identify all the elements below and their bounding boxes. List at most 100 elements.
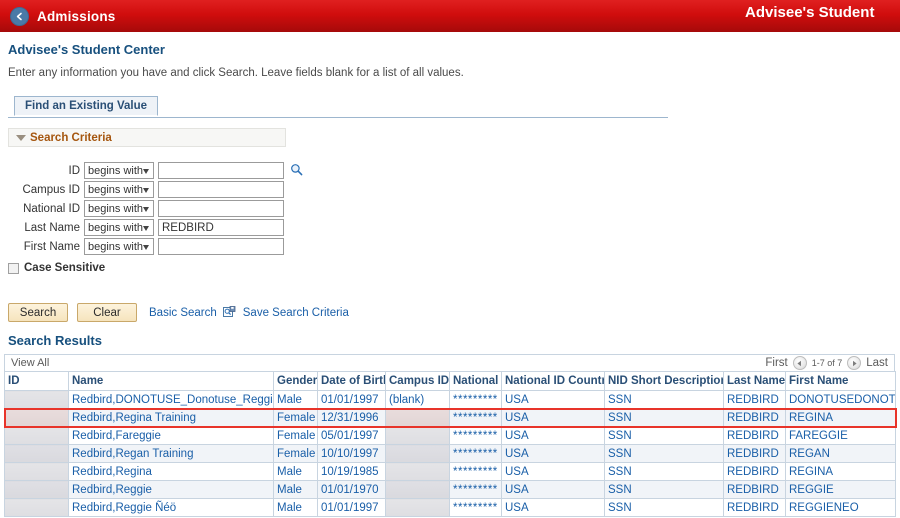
row-cell-date-of-birth[interactable]: 01/01/1997 bbox=[317, 390, 386, 409]
row-cell-nid-short-description[interactable]: SSN bbox=[604, 444, 724, 463]
row-cell-nid-short-description[interactable]: SSN bbox=[604, 498, 724, 517]
id-input[interactable] bbox=[158, 162, 284, 179]
row-cell-gender[interactable]: Male bbox=[273, 498, 318, 517]
row-cell-id[interactable] bbox=[4, 444, 69, 463]
row-cell-last-name[interactable]: REDBIRD bbox=[723, 408, 786, 427]
row-cell-campus-id[interactable]: (blank) bbox=[385, 390, 450, 409]
last-name-operator-select[interactable]: begins with bbox=[84, 219, 154, 236]
national-id-input[interactable] bbox=[158, 200, 284, 217]
row-cell-id[interactable] bbox=[4, 390, 69, 409]
row-cell-first-name[interactable]: REGAN bbox=[785, 444, 896, 463]
row-cell-national-id[interactable]: ********* bbox=[449, 498, 502, 517]
row-cell-first-name[interactable]: REGGIENEO bbox=[785, 498, 896, 517]
row-cell-first-name[interactable]: REGGIE bbox=[785, 480, 896, 499]
row-cell-name[interactable]: Redbird,Reggie Ñéö bbox=[68, 498, 274, 517]
row-cell-name[interactable]: Redbird,Regina Training bbox=[68, 408, 274, 427]
campus-id-operator-select[interactable]: begins with bbox=[84, 181, 154, 198]
tab-find-an-existing-value[interactable]: Find an Existing Value bbox=[14, 96, 159, 116]
back-button[interactable] bbox=[10, 6, 29, 26]
row-cell-national-id-country[interactable]: USA bbox=[501, 408, 605, 427]
row-cell-name[interactable]: Redbird,Regina bbox=[68, 462, 274, 481]
id-operator-select[interactable]: begins with bbox=[84, 162, 154, 179]
row-cell-id[interactable] bbox=[4, 480, 69, 499]
table-row[interactable]: Redbird,DONOTUSE_Donotuse_Reggie O Male 01… bbox=[4, 390, 896, 409]
row-cell-last-name[interactable]: REDBIRD bbox=[723, 480, 786, 499]
save-search-criteria-link[interactable]: Save Search Criteria bbox=[243, 307, 349, 319]
row-cell-first-name[interactable]: DONOTUSEDONOTUSEREGGIE bbox=[785, 390, 896, 409]
row-cell-date-of-birth[interactable]: 10/10/1997 bbox=[317, 444, 386, 463]
column-header-name[interactable]: Name bbox=[68, 371, 274, 391]
column-header-gender[interactable]: Gender bbox=[273, 371, 318, 391]
id-lookup-button[interactable] bbox=[289, 163, 303, 178]
row-cell-campus-id[interactable] bbox=[385, 408, 450, 427]
column-header-first-name[interactable]: First Name bbox=[785, 371, 896, 391]
row-cell-national-id[interactable]: ********* bbox=[449, 426, 502, 445]
row-cell-date-of-birth[interactable]: 01/01/1997 bbox=[317, 498, 386, 517]
case-sensitive-checkbox[interactable] bbox=[8, 262, 19, 274]
row-cell-first-name[interactable]: REGINA bbox=[785, 462, 896, 481]
row-cell-name[interactable]: Redbird,Regan Training bbox=[68, 444, 274, 463]
row-cell-campus-id[interactable] bbox=[385, 444, 450, 463]
row-cell-national-id-country[interactable]: USA bbox=[501, 426, 605, 445]
row-cell-id[interactable] bbox=[4, 408, 69, 427]
pager-last-link[interactable]: Last bbox=[866, 357, 888, 369]
row-cell-campus-id[interactable] bbox=[385, 426, 450, 445]
row-cell-first-name[interactable]: FAREGGIE bbox=[785, 426, 896, 445]
first-name-operator-select[interactable]: begins with bbox=[84, 238, 154, 255]
national-id-operator-select[interactable]: begins with bbox=[84, 200, 154, 217]
row-cell-name[interactable]: Redbird,Fareggie bbox=[68, 426, 274, 445]
row-cell-id[interactable] bbox=[4, 498, 69, 517]
row-cell-last-name[interactable]: REDBIRD bbox=[723, 390, 786, 409]
column-header-national-id[interactable]: National ID bbox=[449, 371, 502, 391]
last-name-input[interactable]: REDBIRD bbox=[158, 219, 284, 236]
search-button[interactable]: Search bbox=[8, 303, 68, 322]
row-cell-last-name[interactable]: REDBIRD bbox=[723, 444, 786, 463]
row-cell-name[interactable]: Redbird,DONOTUSE_Donotuse_Reggie O bbox=[68, 390, 274, 409]
row-cell-national-id-country[interactable]: USA bbox=[501, 444, 605, 463]
row-cell-first-name[interactable]: REGINA bbox=[785, 408, 896, 427]
column-header-campus-id[interactable]: Campus ID bbox=[385, 371, 450, 391]
row-cell-name[interactable]: Redbird,Reggie bbox=[68, 480, 274, 499]
row-cell-national-id-country[interactable]: USA bbox=[501, 498, 605, 517]
clear-button[interactable]: Clear bbox=[77, 303, 137, 322]
view-all-link[interactable]: View All bbox=[11, 357, 49, 369]
row-cell-date-of-birth[interactable]: 05/01/1997 bbox=[317, 426, 386, 445]
row-cell-national-id[interactable]: ********* bbox=[449, 444, 502, 463]
row-cell-nid-short-description[interactable]: SSN bbox=[604, 480, 724, 499]
row-cell-gender[interactable]: Female bbox=[273, 444, 318, 463]
row-cell-national-id[interactable]: ********* bbox=[449, 462, 502, 481]
column-header-id[interactable]: ID bbox=[4, 371, 69, 391]
table-row[interactable]: Redbird,Regina Male 10/19/1985 ********* USA… bbox=[4, 462, 896, 481]
row-cell-gender[interactable]: Male bbox=[273, 480, 318, 499]
row-cell-national-id-country[interactable]: USA bbox=[501, 390, 605, 409]
basic-search-link[interactable]: Basic Search bbox=[149, 307, 217, 319]
column-header-nid-short-description[interactable]: NID Short Description bbox=[604, 371, 724, 391]
row-cell-gender[interactable]: Female bbox=[273, 426, 318, 445]
row-cell-date-of-birth[interactable]: 01/01/1970 bbox=[317, 480, 386, 499]
column-header-national-id-country[interactable]: National ID Country bbox=[501, 371, 605, 391]
table-row[interactable]: Redbird,Regan Training Female 10/10/1997 **… bbox=[4, 444, 896, 463]
row-cell-gender[interactable]: Male bbox=[273, 462, 318, 481]
row-cell-nid-short-description[interactable]: SSN bbox=[604, 390, 724, 409]
row-cell-id[interactable] bbox=[4, 426, 69, 445]
row-cell-last-name[interactable]: REDBIRD bbox=[723, 462, 786, 481]
row-cell-date-of-birth[interactable]: 12/31/1996 bbox=[317, 408, 386, 427]
table-row[interactable]: Redbird,Reggie Male 01/01/1970 ********* USA… bbox=[4, 480, 896, 499]
row-cell-national-id-country[interactable]: USA bbox=[501, 480, 605, 499]
table-row[interactable]: Redbird,Regina Training Female 12/31/1996 *… bbox=[4, 408, 896, 427]
row-cell-campus-id[interactable] bbox=[385, 480, 450, 499]
banner-breadcrumb-label[interactable]: Admissions bbox=[37, 9, 116, 24]
row-cell-gender[interactable]: Male bbox=[273, 390, 318, 409]
first-name-input[interactable] bbox=[158, 238, 284, 255]
campus-id-input[interactable] bbox=[158, 181, 284, 198]
row-cell-campus-id[interactable] bbox=[385, 498, 450, 517]
row-cell-national-id[interactable]: ********* bbox=[449, 390, 502, 409]
row-cell-nid-short-description[interactable]: SSN bbox=[604, 462, 724, 481]
column-header-date-of-birth[interactable]: Date of Birth bbox=[317, 371, 386, 391]
row-cell-campus-id[interactable] bbox=[385, 462, 450, 481]
row-cell-id[interactable] bbox=[4, 462, 69, 481]
row-cell-nid-short-description[interactable]: SSN bbox=[604, 408, 724, 427]
row-cell-national-id[interactable]: ********* bbox=[449, 480, 502, 499]
row-cell-national-id[interactable]: ********* bbox=[449, 408, 502, 427]
table-row[interactable]: Redbird,Fareggie Female 05/01/1997 ********… bbox=[4, 426, 896, 445]
